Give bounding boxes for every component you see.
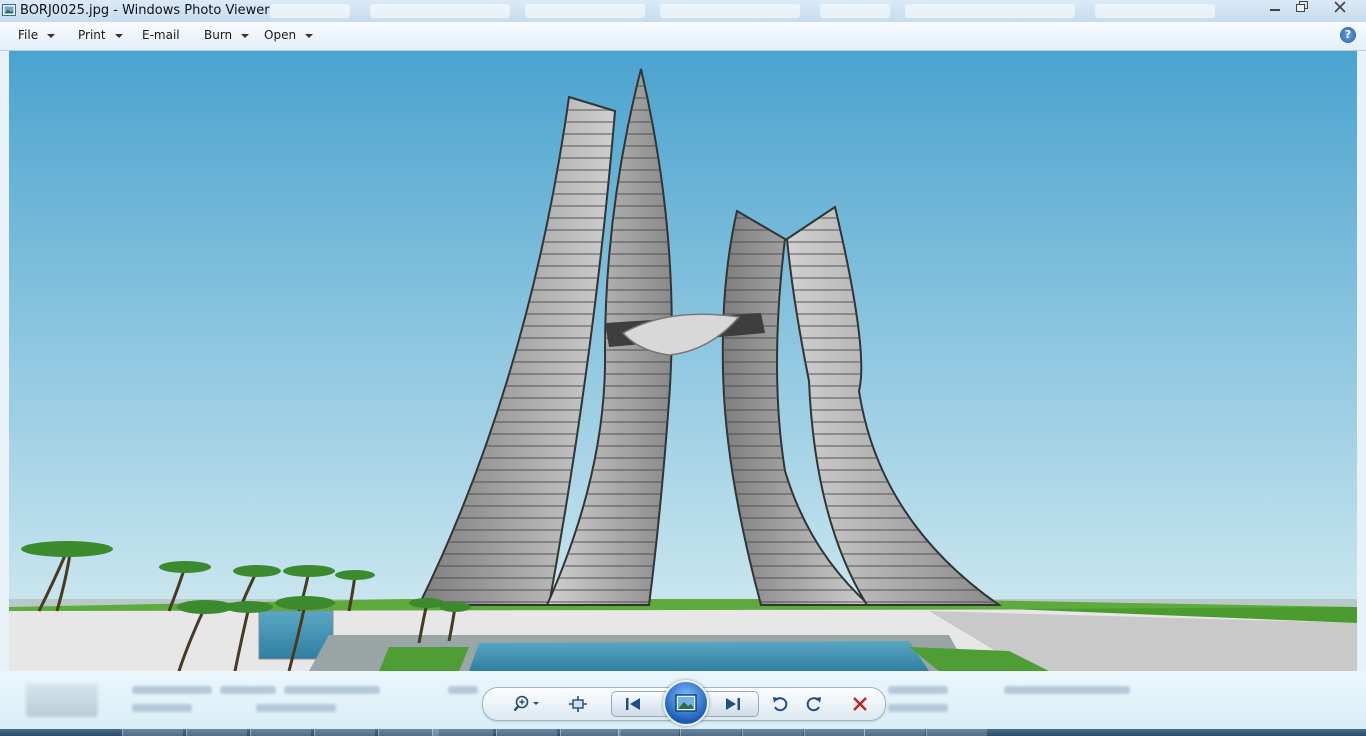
delete-button[interactable] [847,693,873,715]
taskbar-button[interactable] [618,729,679,736]
title-bar: BORJ0025.jpg - Windows Photo Viewer [0,0,1366,23]
taskbar-button[interactable] [804,729,865,736]
actual-size-button[interactable] [565,693,591,715]
taskbar-button[interactable] [186,729,247,736]
taskbar-button[interactable] [378,729,439,736]
menu-open[interactable]: Open [264,28,314,42]
rotate-clockwise-button[interactable] [801,693,827,715]
actual-size-icon [569,696,587,712]
playback-controls [482,680,886,726]
menu-burn-label: Burn [204,28,233,42]
blurred-metadata [888,704,948,712]
close-icon [1334,1,1346,13]
rotate-clockwise-icon [806,697,821,712]
taskbar-button[interactable] [742,729,803,736]
blurred-metadata [256,704,336,712]
menu-print[interactable]: Print [78,28,123,42]
rotate-counterclockwise-icon [773,697,788,712]
menu-print-label: Print [78,28,106,42]
chevron-down-icon [47,33,56,38]
blurred-metadata [284,686,380,694]
next-icon [726,698,740,710]
minimize-button[interactable] [1261,0,1289,18]
close-button[interactable] [1326,0,1354,18]
chevron-down-icon [305,33,314,38]
taskbar-button[interactable] [122,729,183,736]
photo-area [0,51,1366,671]
menu-burn[interactable]: Burn [204,28,250,42]
menu-bar: File Print E-mail Burn Open ? [0,22,1366,51]
taskbar-button[interactable] [496,729,557,736]
taskbar-button[interactable] [432,729,493,736]
zoom-button[interactable] [511,693,543,715]
blurred-metadata [888,686,948,694]
menu-file-label: File [18,28,39,42]
taskbar-button[interactable] [314,729,375,736]
blurred-metadata [132,686,212,694]
delete-icon [853,697,867,711]
blurred-metadata [220,686,276,694]
photo-viewer-app-icon [2,4,16,16]
menu-file[interactable]: File [18,28,56,42]
taskbar-button[interactable] [926,729,987,736]
blurred-metadata [1004,686,1130,694]
rotate-counterclockwise-button[interactable] [767,693,793,715]
background-window-strip [260,2,1250,20]
zoom-icon [513,695,539,712]
previous-icon [626,698,640,710]
image-thumbnail [26,683,98,717]
displayed-photo[interactable] [9,51,1357,671]
menu-email[interactable]: E-mail [142,28,180,42]
previous-button[interactable] [620,693,646,715]
restore-icon [1296,1,1308,12]
menu-open-label: Open [264,28,297,42]
slideshow-button[interactable] [663,680,709,726]
info-and-controls-bar [0,671,1366,729]
taskbar-button[interactable] [560,729,621,736]
taskbar-button[interactable] [250,729,311,736]
chevron-down-icon [241,33,250,38]
restore-button[interactable] [1288,0,1316,18]
minimize-icon [1270,9,1280,11]
chevron-down-icon [114,33,123,38]
window-title: BORJ0025.jpg - Windows Photo Viewer [20,3,270,18]
next-button[interactable] [720,693,746,715]
help-button[interactable]: ? [1340,27,1356,43]
blurred-metadata [448,686,478,694]
blurred-metadata [132,704,192,712]
taskbar-button[interactable] [864,729,925,736]
menu-email-label: E-mail [142,28,180,42]
slideshow-icon [675,694,697,712]
taskbar [0,729,1366,736]
taskbar-button[interactable] [680,729,741,736]
